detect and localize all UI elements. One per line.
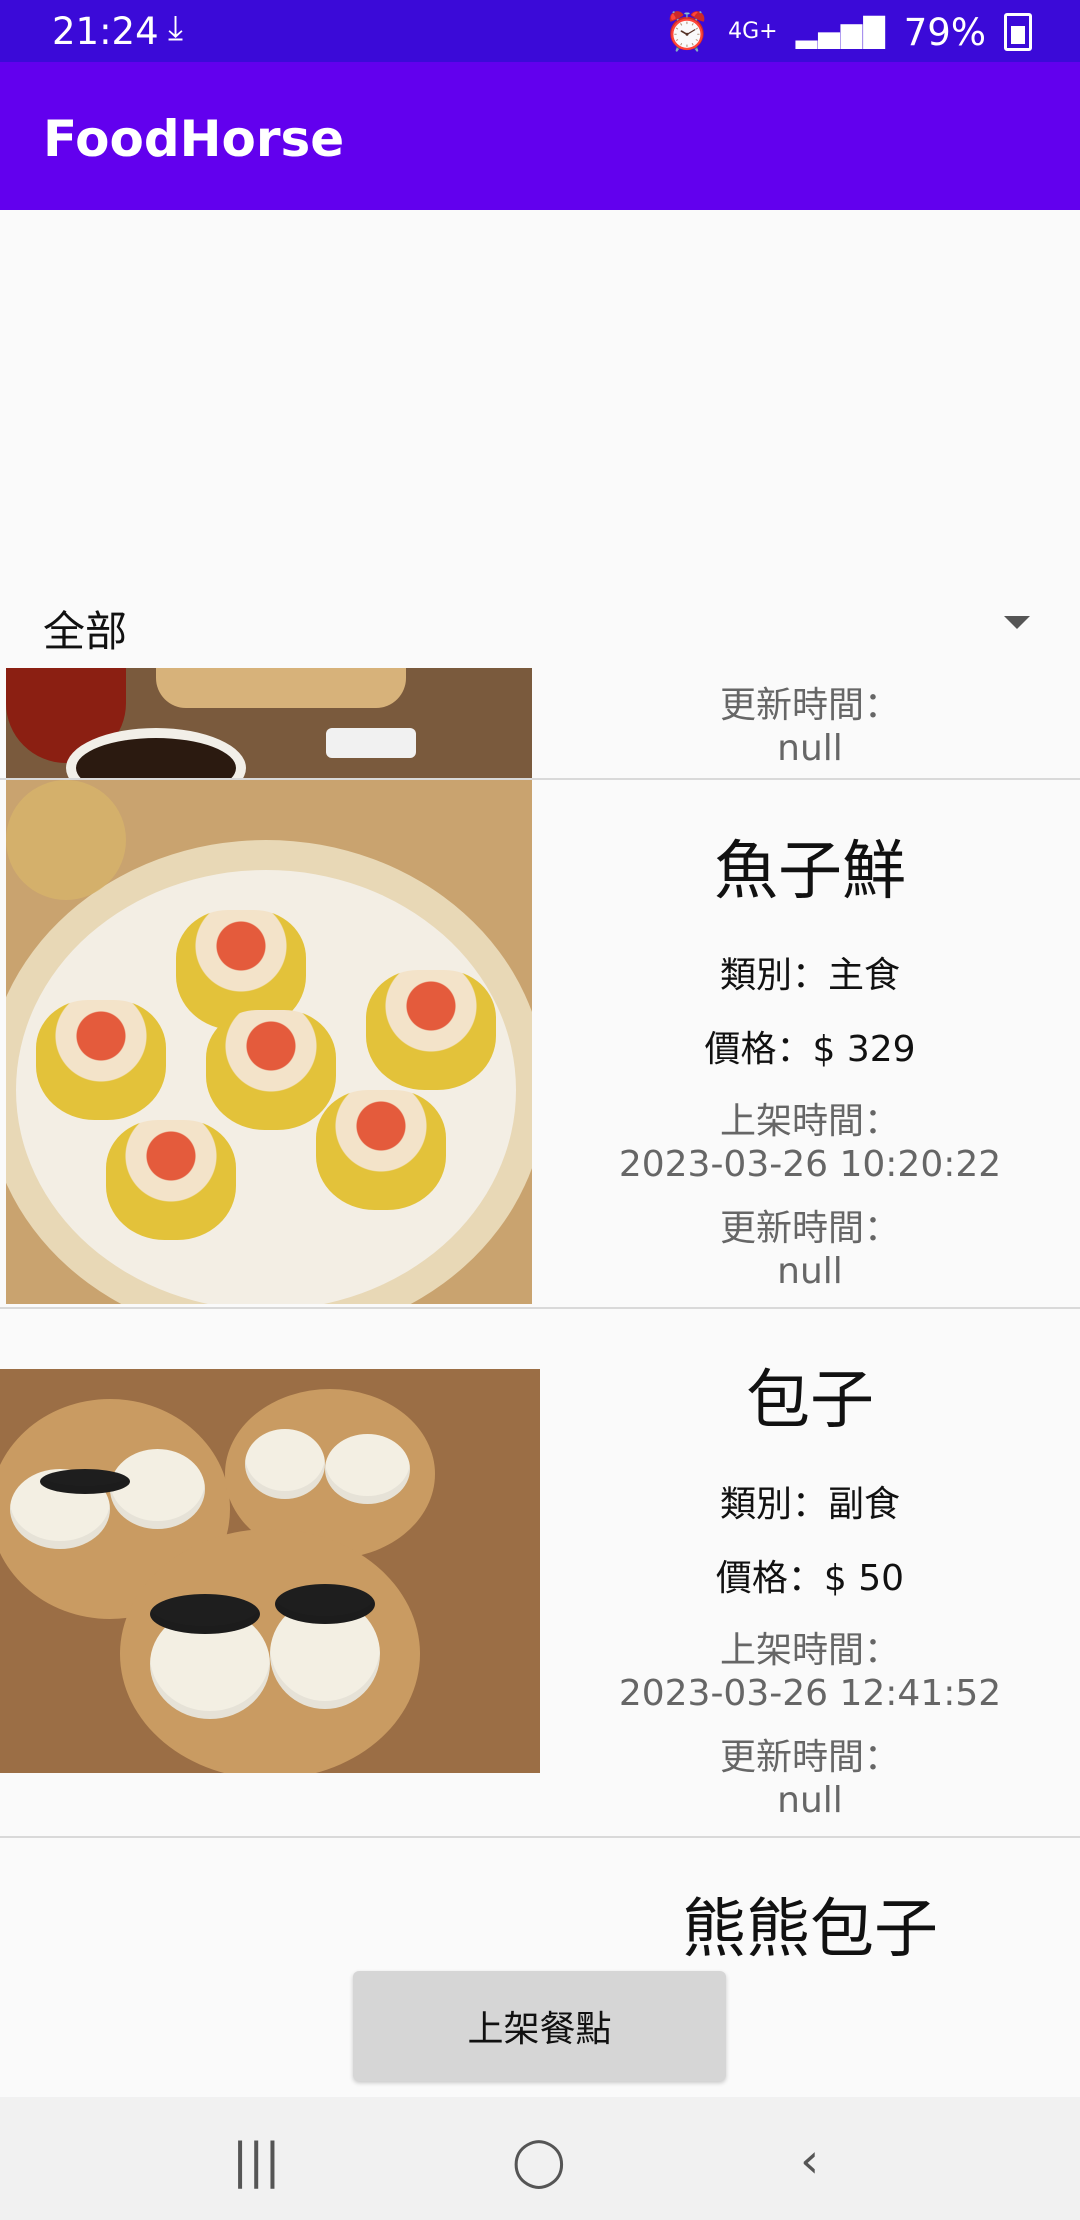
listed-time-value: 2023-03-26 12:41:52 <box>618 1673 1002 1714</box>
update-time-value: null <box>777 1780 843 1821</box>
food-category: 類別：主食 <box>719 955 900 996</box>
battery-percent: 79% <box>903 10 986 54</box>
alarm-icon: ⏰ <box>664 10 711 53</box>
app-title: FoodHorse <box>43 110 345 168</box>
download-icon: ⤓ <box>168 8 184 48</box>
food-price: 價格：$ 329 <box>704 1029 916 1070</box>
home-icon[interactable]: ◯ <box>512 2133 566 2189</box>
category-dropdown[interactable]: 全部 <box>0 590 1080 660</box>
update-time-value: null <box>777 1251 843 1292</box>
network-type: 4G+ <box>728 19 778 44</box>
food-name: 魚子鮮 <box>714 835 906 909</box>
status-bar: 21:24 ⤓ ⏰ 4G+ ▂▄▆█ 79% <box>0 0 1080 62</box>
food-image <box>6 668 532 778</box>
food-name: 包子 <box>746 1364 874 1438</box>
update-time-label: 更新時間： <box>719 1737 900 1778</box>
listed-time-label: 上架時間： <box>719 1630 900 1671</box>
food-category: 類別：副食 <box>719 1484 900 1525</box>
update-time-label: 更新時間： <box>719 685 900 726</box>
list-item[interactable]: 更新時間： null <box>0 668 1080 780</box>
signal-icon: ▂▄▆█ <box>795 15 886 49</box>
food-image <box>6 780 532 1304</box>
listed-time-label: 上架時間： <box>719 1101 900 1142</box>
category-dropdown-value: 全部 <box>43 607 128 656</box>
add-meal-button[interactable]: 上架餐點 <box>353 1971 726 2081</box>
back-icon[interactable]: ‹ <box>800 2133 819 2189</box>
food-price: 價格：$ 50 <box>715 1558 905 1599</box>
list-item[interactable]: 包子 類別：副食 價格：$ 50 上架時間： 2023-03-26 12:41:… <box>0 1309 1080 1838</box>
update-time-label: 更新時間： <box>719 1208 900 1249</box>
dropdown-arrow-icon <box>1004 616 1030 629</box>
app-bar: FoodHorse <box>0 62 1080 210</box>
listed-time-value: 2023-03-26 10:20:22 <box>618 1144 1002 1185</box>
navigation-bar: ||| ◯ ‹ <box>0 2097 1080 2220</box>
status-right-group: ⏰ 4G+ ▂▄▆█ 79% <box>664 10 1032 54</box>
update-time-value: null <box>777 728 843 769</box>
battery-icon <box>1004 13 1032 51</box>
food-name: 熊熊包子 <box>682 1893 938 1967</box>
list-item[interactable]: 魚子鮮 類別：主食 價格：$ 329 上架時間： 2023-03-26 10:2… <box>0 780 1080 1309</box>
recent-apps-icon[interactable]: ||| <box>232 2133 281 2189</box>
status-time: 21:24 <box>52 10 159 53</box>
food-image <box>0 1369 540 1773</box>
